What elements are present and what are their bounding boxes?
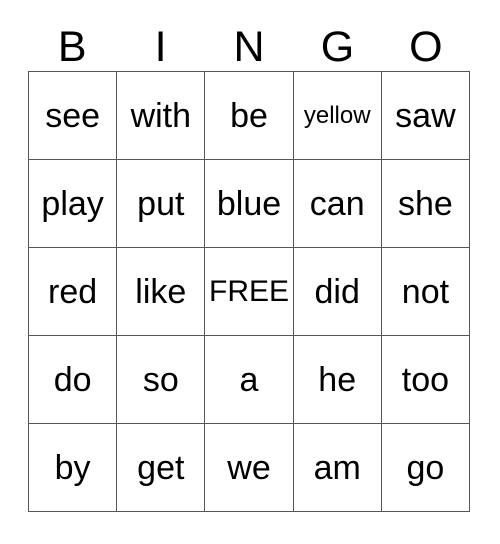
bingo-header-letter-i: I	[154, 23, 167, 71]
bingo-header-letter-g: G	[320, 23, 355, 71]
bingo-cell-label: with	[130, 96, 192, 135]
bingo-cell-label: do	[53, 360, 92, 399]
bingo-header-letter-o: O	[409, 23, 443, 71]
bingo-cell[interactable]: see	[29, 72, 118, 160]
bingo-cell-label: a	[239, 360, 259, 399]
bingo-cell-label: saw	[395, 96, 456, 135]
bingo-cell-label: red	[48, 272, 98, 311]
bingo-cell-label: by	[54, 448, 91, 487]
bingo-cell-label: so	[142, 360, 179, 399]
bingo-row: do so a he too	[29, 336, 471, 424]
bingo-row: red like FREE did not	[29, 248, 471, 336]
bingo-cell-label: yellow	[303, 101, 371, 129]
bingo-header-letter-n: N	[233, 23, 265, 71]
bingo-cell[interactable]: put	[117, 160, 206, 248]
bingo-cell[interactable]: she	[381, 160, 471, 248]
bingo-cell-label: be	[230, 96, 268, 135]
bingo-cell[interactable]: he	[293, 336, 382, 424]
bingo-cell-label: get	[137, 448, 185, 487]
bingo-cell-label: see	[45, 96, 101, 135]
bingo-free-cell[interactable]: FREE	[205, 248, 294, 336]
bingo-cell[interactable]: not	[381, 248, 471, 336]
bingo-cell[interactable]: like	[117, 248, 206, 336]
bingo-cell-label: like	[135, 272, 187, 311]
bingo-cell-label: blue	[216, 184, 282, 223]
bingo-row: see with be yellow saw	[29, 72, 471, 160]
bingo-cell[interactable]: am	[293, 424, 382, 512]
bingo-card: B I N G O see with be yellow saw play pu…	[28, 18, 471, 512]
bingo-cell[interactable]: can	[293, 160, 382, 248]
bingo-cell-label: am	[313, 448, 361, 487]
bingo-cell[interactable]: red	[29, 248, 118, 336]
bingo-cell-label: we	[227, 448, 271, 487]
bingo-cell-label: play	[41, 184, 104, 223]
bingo-free-label: FREE	[209, 274, 290, 308]
bingo-cell[interactable]: be	[205, 72, 294, 160]
bingo-cell[interactable]: yellow	[293, 72, 382, 160]
bingo-cell[interactable]: so	[117, 336, 206, 424]
bingo-grid: see with be yellow saw play put blue can…	[28, 71, 471, 512]
bingo-cell[interactable]: did	[293, 248, 382, 336]
bingo-cell-label: she	[398, 184, 453, 223]
bingo-cell[interactable]: get	[117, 424, 206, 512]
bingo-cell[interactable]: too	[381, 336, 471, 424]
bingo-cell[interactable]: go	[381, 424, 471, 512]
bingo-cell-label: can	[309, 184, 365, 223]
bingo-cell[interactable]: we	[205, 424, 294, 512]
bingo-cell-label: too	[401, 360, 450, 399]
bingo-cell-label: did	[314, 272, 360, 311]
bingo-cell[interactable]: with	[117, 72, 206, 160]
bingo-cell[interactable]: blue	[205, 160, 294, 248]
bingo-cell-label: not	[401, 272, 450, 311]
bingo-header-row: B I N G O	[28, 18, 470, 71]
bingo-cell-label: put	[137, 184, 185, 223]
bingo-cell-label: he	[318, 360, 357, 399]
bingo-row: play put blue can she	[29, 160, 471, 248]
bingo-header-letter-b: B	[57, 23, 87, 71]
bingo-cell[interactable]: saw	[381, 72, 471, 160]
bingo-row: by get we am go	[29, 424, 471, 512]
bingo-cell-label: go	[406, 448, 445, 487]
bingo-cell[interactable]: by	[29, 424, 118, 512]
bingo-cell[interactable]: do	[29, 336, 118, 424]
bingo-cell[interactable]: play	[29, 160, 118, 248]
bingo-cell[interactable]: a	[205, 336, 294, 424]
